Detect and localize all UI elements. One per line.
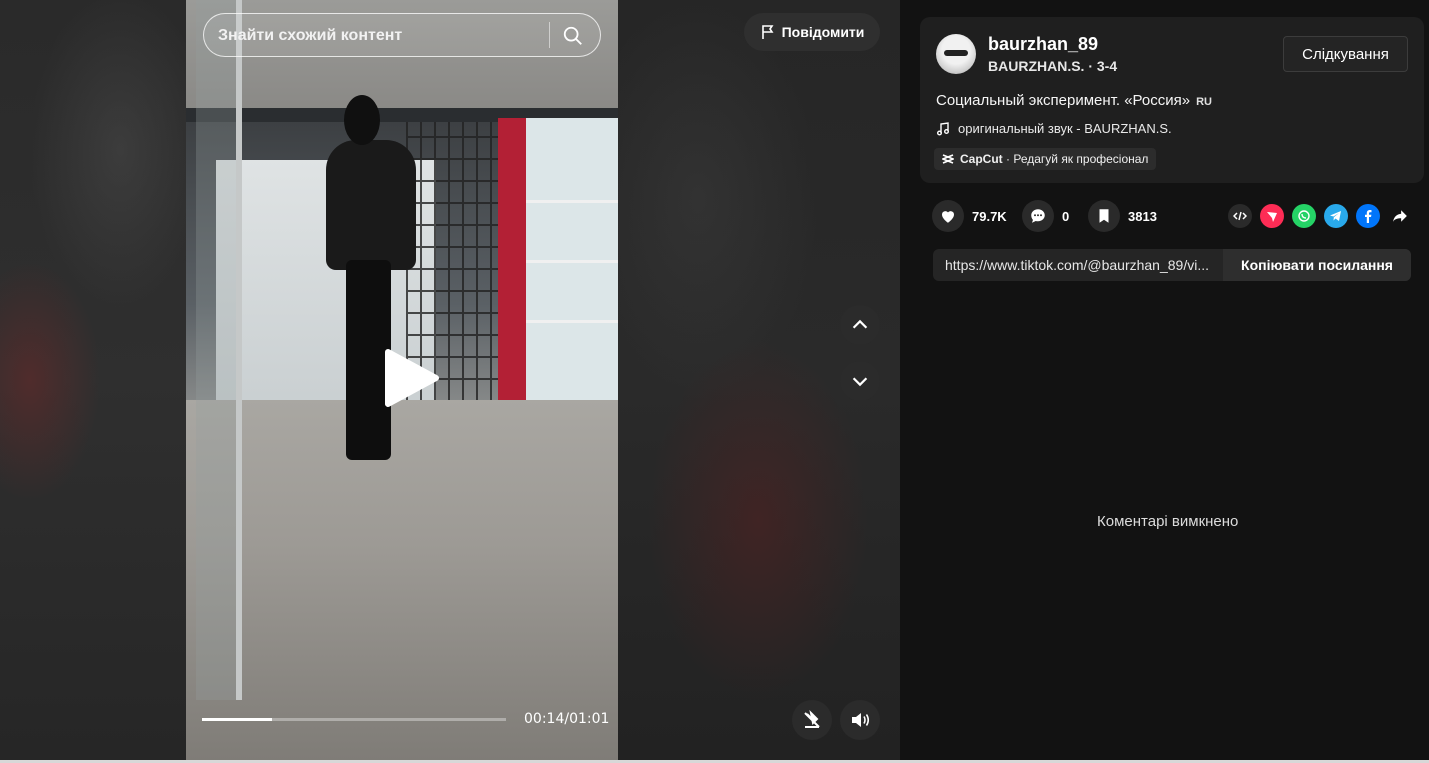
author-username[interactable]: baurzhan_89 — [988, 34, 1098, 55]
capcut-text: · Редагуй як професіонал — [1002, 152, 1149, 166]
facebook-button[interactable] — [1356, 204, 1380, 228]
repost-button[interactable] — [1260, 204, 1284, 228]
share-more-button[interactable] — [1388, 204, 1412, 228]
embed-button[interactable] — [1228, 204, 1252, 228]
like-action[interactable]: 79.7K — [932, 200, 1007, 232]
search-divider — [549, 22, 550, 48]
heart-icon — [942, 211, 954, 223]
bookmark-icon — [1099, 209, 1109, 223]
avatar-glasses — [944, 50, 968, 56]
telegram-button[interactable] — [1324, 204, 1348, 228]
comment-action[interactable]: 0 — [1022, 200, 1069, 232]
video-showcase — [498, 118, 618, 413]
comment-count: 0 — [1062, 208, 1070, 224]
chevron-up-icon — [852, 319, 868, 329]
next-video-button[interactable] — [840, 361, 880, 401]
repost-icon — [1267, 212, 1277, 222]
capcut-icon — [942, 154, 954, 164]
author-subline: BAURZHAN.S. · 3-4 — [988, 58, 1118, 74]
video-shelf — [526, 200, 618, 203]
video-time: 00:14/01:01 — [524, 711, 610, 727]
post-description: Социальный эксперимент. «Россия» RU — [936, 92, 1212, 109]
capcut-brand: CapCut — [960, 152, 1003, 166]
music-note-icon — [937, 121, 949, 135]
copy-link-button[interactable]: Копіювати посилання — [1223, 249, 1411, 281]
video-progress-bar[interactable] — [202, 718, 506, 721]
search-placeholder: Знайти схожий контент — [218, 27, 403, 44]
video-link-url[interactable]: https://www.tiktok.com/@baurzhan_89/vi..… — [945, 257, 1225, 273]
post-description-text: Социальный эксперимент. «Россия» — [936, 92, 1191, 109]
video-person-head — [344, 95, 380, 145]
save-count: 3813 — [1128, 208, 1157, 224]
floating-player-icon — [804, 710, 820, 728]
follow-button[interactable]: Слідкування — [1283, 36, 1408, 72]
video-door-frame — [196, 0, 242, 700]
chevron-down-icon — [852, 377, 868, 387]
search-similar-input[interactable]: Знайти схожий контент — [203, 13, 601, 57]
comments-disabled-message: Коментарі вимкнено — [1097, 513, 1239, 530]
volume-button[interactable] — [840, 700, 880, 740]
video-floor — [186, 400, 618, 760]
save-button[interactable] — [1088, 200, 1120, 232]
language-badge: RU — [1196, 96, 1212, 108]
save-action[interactable]: 3813 — [1088, 200, 1157, 232]
volume-icon — [852, 713, 870, 727]
like-count: 79.7K — [972, 208, 1007, 224]
capcut-label: CapCut · Редагуй як професіонал — [960, 152, 1148, 166]
telegram-icon — [1330, 211, 1341, 221]
play-icon[interactable] — [380, 348, 440, 408]
video-progress-fill — [202, 718, 272, 721]
facebook-icon — [1365, 210, 1372, 223]
whatsapp-button[interactable] — [1292, 204, 1316, 228]
flag-icon — [761, 25, 774, 39]
report-button[interactable]: Повідомити — [744, 13, 880, 51]
like-button[interactable] — [932, 200, 964, 232]
whatsapp-icon — [1298, 210, 1310, 222]
video-shelf — [526, 320, 618, 323]
capcut-badge[interactable]: CapCut · Редагуй як професіонал — [934, 148, 1157, 170]
floating-player-button[interactable] — [792, 700, 832, 740]
video-person-body — [326, 140, 416, 270]
video-shelf — [526, 260, 618, 263]
share-icon — [1393, 210, 1407, 222]
music-title: оригинальный звук - BAURZHAN.S. — [958, 121, 1172, 136]
music-link[interactable]: оригинальный звук - BAURZHAN.S. — [936, 121, 1172, 136]
comment-icon — [1031, 209, 1045, 223]
report-label: Повідомити — [781, 24, 865, 40]
blurred-backdrop-left — [0, 0, 186, 760]
previous-video-button[interactable] — [840, 305, 880, 345]
video-link-box[interactable]: https://www.tiktok.com/@baurzhan_89/vi..… — [933, 249, 1411, 281]
avatar[interactable] — [936, 34, 976, 74]
search-icon[interactable] — [562, 25, 584, 47]
embed-icon — [1233, 211, 1247, 221]
comment-button[interactable] — [1022, 200, 1054, 232]
